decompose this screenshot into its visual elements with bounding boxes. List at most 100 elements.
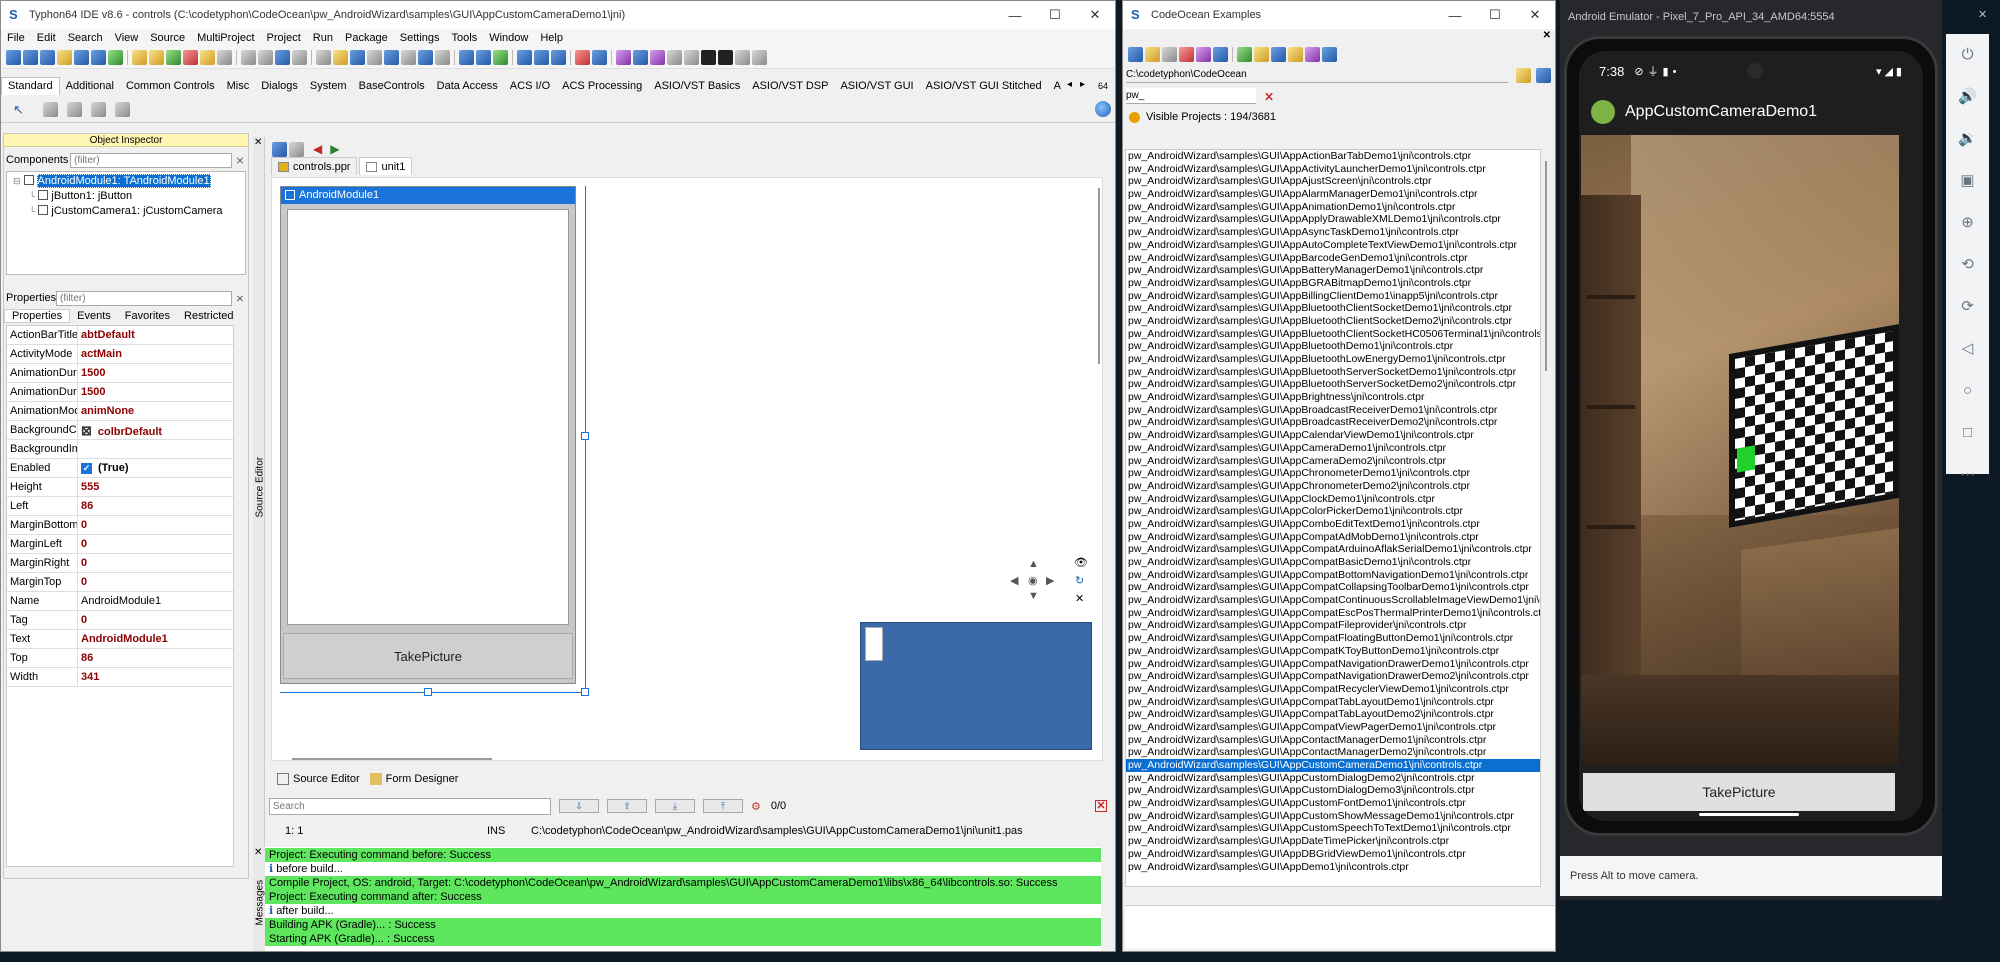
browse-folder-icon[interactable] xyxy=(1516,67,1531,83)
clear-filter-icon[interactable]: ⨯ xyxy=(232,154,248,167)
project-list-item[interactable]: pw_AndroidWizard\samples\GUI\AppCompatCo… xyxy=(1126,581,1540,594)
menu-package[interactable]: Package xyxy=(339,32,394,44)
codeocean-toolbar-icon[interactable] xyxy=(1254,46,1269,62)
project-list-item[interactable]: pw_AndroidWizard\samples\GUI\AppBluetoot… xyxy=(1126,328,1540,341)
close-button[interactable]: ✕ xyxy=(1515,7,1555,23)
clear-filter-icon[interactable]: ⨯ xyxy=(1264,89,1274,103)
project-list-item[interactable]: pw_AndroidWizard\samples\GUI\AppBluetoot… xyxy=(1126,353,1540,366)
project-list-item[interactable]: pw_AndroidWizard\samples\GUI\AppBatteryM… xyxy=(1126,264,1540,277)
component-tree-item[interactable]: ⊟ AndroidModule1: TAndroidModule1 xyxy=(7,174,245,189)
palette-tab[interactable]: Common Controls xyxy=(120,80,221,92)
project-list-item[interactable]: pw_AndroidWizard\samples\GUI\AppBarcodeG… xyxy=(1126,252,1540,265)
minimize-button[interactable]: — xyxy=(995,8,1035,23)
home-icon[interactable]: ○ xyxy=(1946,370,1989,412)
toolbar-button-icon[interactable] xyxy=(350,50,365,65)
menu-search[interactable]: Search xyxy=(62,32,109,44)
toolbar-button-icon[interactable] xyxy=(534,50,549,65)
editor-toolbar-icon[interactable] xyxy=(272,141,287,157)
toolbar-button-icon[interactable] xyxy=(650,50,665,65)
eye-icon[interactable]: 👁 xyxy=(1074,556,1088,569)
palette-tab[interactable]: ASIO/VST Basics xyxy=(648,80,746,92)
property-value[interactable]: animNone xyxy=(78,402,233,420)
horizontal-scrollbar[interactable] xyxy=(292,758,492,760)
project-list-item[interactable]: pw_AndroidWizard\samples\GUI\AppCompatCo… xyxy=(1126,594,1540,607)
project-list-item[interactable]: pw_AndroidWizard\samples\GUI\AppContactM… xyxy=(1126,734,1540,747)
forward-arrow-icon[interactable]: ▶ xyxy=(330,142,339,156)
project-list-item[interactable]: pw_AndroidWizard\samples\GUI\AppCustomDi… xyxy=(1126,772,1540,785)
property-value[interactable]: 0 xyxy=(78,611,233,629)
nav-right-icon[interactable]: ▶ xyxy=(1046,574,1054,587)
project-list-item[interactable]: pw_AndroidWizard\samples\GUI\AppCameraDe… xyxy=(1126,455,1540,468)
toolbar-button-icon[interactable] xyxy=(367,50,382,65)
property-row[interactable]: BackgroundIma xyxy=(7,440,233,459)
palette-tab[interactable]: ASIO/VST DSP xyxy=(746,80,834,92)
menu-settings[interactable]: Settings xyxy=(394,32,446,44)
property-row[interactable]: Tag 0 xyxy=(7,611,233,630)
source-editor-side-tab[interactable]: ✕ Source Editor xyxy=(253,137,266,847)
codeocean-toolbar-icon[interactable] xyxy=(1213,46,1228,62)
project-list-item[interactable]: pw_AndroidWizard\samples\GUI\AppCompatVi… xyxy=(1126,721,1540,734)
toolbar-button-icon[interactable] xyxy=(517,50,532,65)
inspector-tab-events[interactable]: Events xyxy=(70,310,118,322)
project-list-item[interactable]: pw_AndroidWizard\samples\GUI\AppCompatRe… xyxy=(1126,683,1540,696)
project-list-item[interactable]: pw_AndroidWizard\samples\GUI\AppComboEdi… xyxy=(1126,518,1540,531)
volume-up-icon[interactable]: 🔊 xyxy=(1946,76,1989,118)
property-row[interactable]: ActionBarTitle abtDefault xyxy=(7,326,233,345)
menu-tools[interactable]: Tools xyxy=(446,32,484,44)
emulator-controls-close[interactable]: ✕ xyxy=(1978,8,1994,24)
palette-tab[interactable]: System xyxy=(304,80,353,92)
property-value[interactable]: 0 xyxy=(78,516,233,534)
codeocean-toolbar-icon[interactable] xyxy=(1305,46,1320,62)
toolbar-button-icon[interactable] xyxy=(275,50,290,65)
project-list-item[interactable]: pw_AndroidWizard\samples\GUI\AppCustomCa… xyxy=(1126,759,1540,772)
toolbar-button-icon[interactable] xyxy=(23,50,38,65)
components-filter-input[interactable] xyxy=(70,152,232,168)
toolbar-button-icon[interactable] xyxy=(701,50,716,65)
search-options-icon[interactable]: ⚙ xyxy=(751,800,761,813)
project-list-item[interactable]: pw_AndroidWizard\samples\GUI\AppCustomDi… xyxy=(1126,784,1540,797)
form-designer-tab[interactable]: Form Designer xyxy=(386,773,459,785)
properties-filter-input[interactable] xyxy=(56,290,232,306)
project-list-item[interactable]: pw_AndroidWizard\samples\GUI\AppCustomSp… xyxy=(1126,822,1540,835)
project-list-item[interactable]: pw_AndroidWizard\samples\GUI\AppAlarmMan… xyxy=(1126,188,1540,201)
clear-properties-filter-icon[interactable]: ⨯ xyxy=(232,292,248,305)
project-list-item[interactable]: pw_AndroidWizard\samples\GUI\AppBGRABitm… xyxy=(1126,277,1540,290)
codeocean-toolbar-icon[interactable] xyxy=(1179,46,1194,62)
takepicture-designer-button[interactable]: TakePicture xyxy=(283,633,573,679)
project-list-item[interactable]: pw_AndroidWizard\samples\GUI\AppAjustScr… xyxy=(1126,175,1540,188)
property-value[interactable]: ✓ (True) xyxy=(78,459,233,477)
message-line[interactable]: ℹ before build... xyxy=(265,862,1101,876)
search-input[interactable] xyxy=(269,797,551,815)
nav-center-icon[interactable]: ◉ xyxy=(1028,574,1038,587)
message-line[interactable]: Building APK (Gradle)... : Success xyxy=(265,918,1101,932)
toolbar-button-icon[interactable] xyxy=(292,50,307,65)
more-icon[interactable]: ⋯ xyxy=(1946,454,1989,496)
project-list-item[interactable]: pw_AndroidWizard\samples\GUI\AppChronome… xyxy=(1126,467,1540,480)
toolbar-button-icon[interactable] xyxy=(616,50,631,65)
property-row[interactable]: MarginBottom 0 xyxy=(7,516,233,535)
menu-project[interactable]: Project xyxy=(261,32,307,44)
project-list-item[interactable]: pw_AndroidWizard\samples\GUI\AppDemo1\jn… xyxy=(1126,861,1540,874)
message-line[interactable]: Project: Executing command after: Succes… xyxy=(265,890,1101,904)
project-list-item[interactable]: pw_AndroidWizard\samples\GUI\AppAnimatio… xyxy=(1126,201,1540,214)
property-row[interactable]: BackgroundColo⊠ colbrDefault xyxy=(7,421,233,440)
pointer-tool-icon[interactable]: ↖ xyxy=(13,102,24,118)
property-row[interactable]: AnimationDurat1500 xyxy=(7,383,233,402)
project-list-item[interactable]: pw_AndroidWizard\samples\GUI\AppCalendar… xyxy=(1126,429,1540,442)
collapse-icon[interactable]: ⊟ xyxy=(13,176,21,186)
menu-window[interactable]: Window xyxy=(483,32,534,44)
toolbar-button-icon[interactable] xyxy=(752,50,767,65)
property-value[interactable]: 0 xyxy=(78,554,233,572)
property-value[interactable]: 1500 xyxy=(78,364,233,382)
back-arrow-icon[interactable]: ◀ xyxy=(313,142,322,156)
open-folder-icon[interactable] xyxy=(1536,67,1551,83)
inspector-tab-properties[interactable]: Properties xyxy=(4,309,71,323)
project-list-item[interactable]: pw_AndroidWizard\samples\GUI\AppCompatEs… xyxy=(1126,607,1540,620)
component-tree-item[interactable]: └ jCustomCamera1: jCustomCamera xyxy=(7,204,245,219)
palette-tab[interactable]: ACS Processing xyxy=(556,80,648,92)
toolbar-button-icon[interactable] xyxy=(57,50,72,65)
toolbar-button-icon[interactable] xyxy=(435,50,450,65)
toolbar-button-icon[interactable] xyxy=(401,50,416,65)
toolbar-button-icon[interactable] xyxy=(149,50,164,65)
palette-tab[interactable]: Data Access xyxy=(431,80,504,92)
